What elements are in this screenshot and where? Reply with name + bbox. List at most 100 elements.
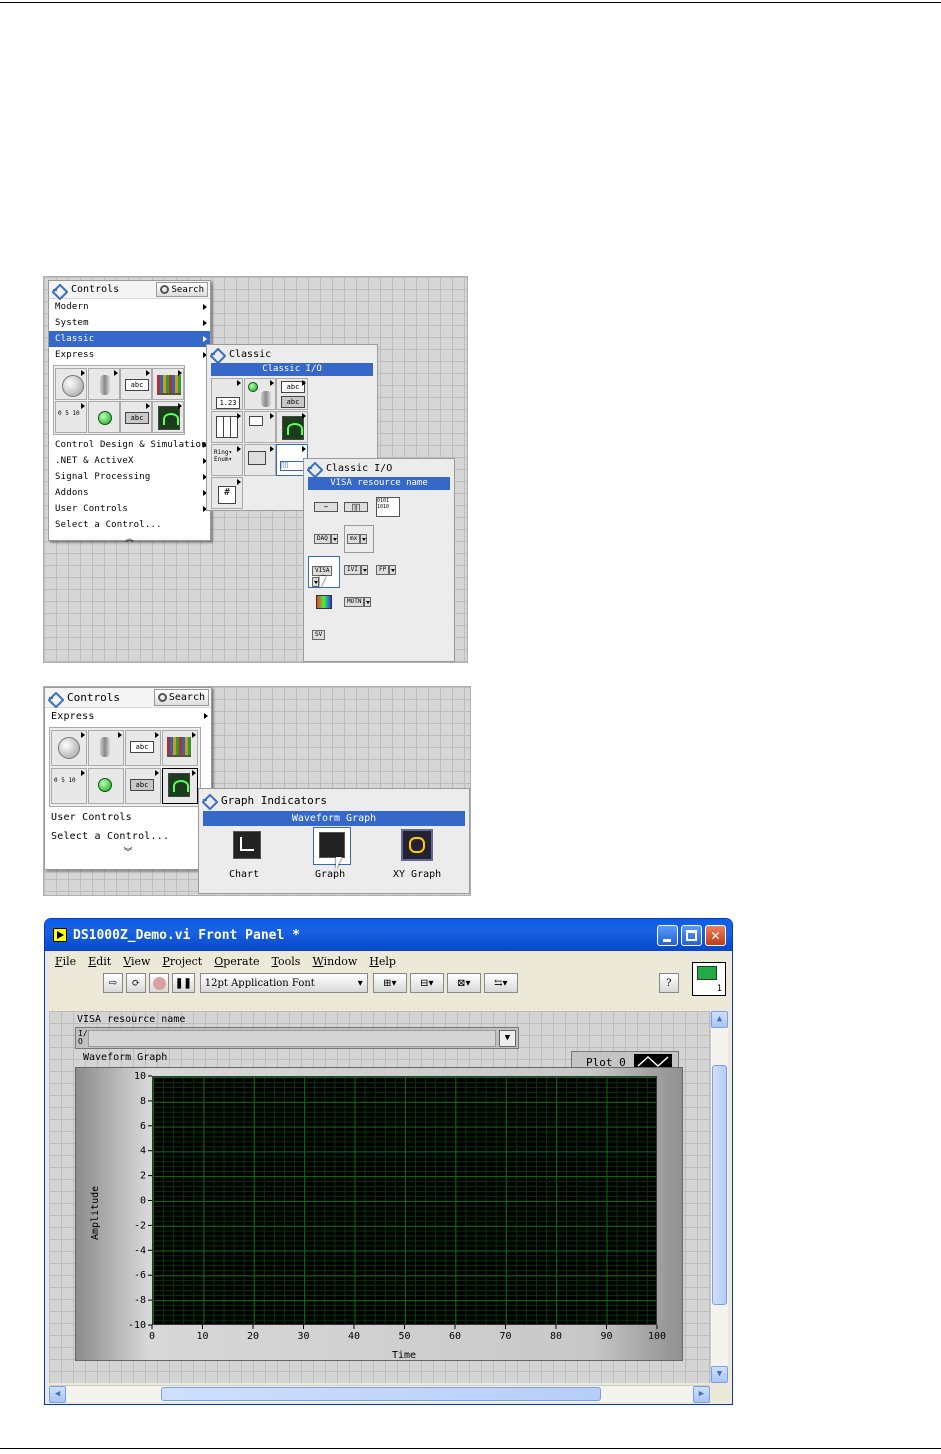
menu-tools[interactable]: Tools <box>272 955 301 968</box>
pin-icon[interactable] <box>49 692 63 704</box>
classic-string-cell[interactable]: abc abc <box>276 378 308 410</box>
align-objects-button[interactable]: ⊞▾ <box>372 973 407 993</box>
vertical-scroll-thumb[interactable] <box>712 1065 727 1305</box>
x-tick-label: 80 <box>550 1331 562 1342</box>
palette-item[interactable]: Control Design & Simulation <box>49 437 210 453</box>
maximize-button[interactable] <box>681 925 702 946</box>
io-prefix: I/O <box>78 1029 88 1046</box>
classic-list-cell[interactable] <box>244 411 276 443</box>
palette-item[interactable]: Modern <box>49 299 210 315</box>
pause-button[interactable]: ❚❚ <box>172 973 195 993</box>
classic-array-cell[interactable] <box>211 411 243 443</box>
reorder-button[interactable]: ⇆▾ <box>483 973 518 993</box>
palette-item[interactable]: Classic <box>49 331 210 347</box>
string-control-cell[interactable]: abc <box>125 730 161 766</box>
waveform-graph[interactable]: 0 10 20 30 40 50 60 70 80 90 100 10 8 6 4 2 0 -2 -4 -6 -8 -10… <box>75 1067 683 1361</box>
horizontal-scroll-thumb[interactable] <box>161 1387 601 1401</box>
string-control-cell[interactable]: abc <box>120 368 152 400</box>
array-container-cell[interactable] <box>162 730 198 766</box>
palette-item-express[interactable]: Express <box>45 708 211 726</box>
vi-icon[interactable]: 1 <box>692 962 726 996</box>
pin-icon[interactable] <box>203 794 217 806</box>
string-indicator-cell[interactable]: abc <box>120 401 152 433</box>
minimize-button[interactable] <box>657 925 678 946</box>
waveform-control-icon[interactable]: ~ <box>314 502 338 512</box>
graph-indicators-highlight: Waveform Graph <box>203 811 465 826</box>
menu-operate[interactable]: Operate <box>214 955 259 968</box>
boolean-toggle-cell[interactable] <box>88 368 120 400</box>
menu-edit[interactable]: Edit <box>88 955 111 968</box>
array-container-cell[interactable] <box>152 368 184 400</box>
classic-container-cell[interactable] <box>244 444 276 476</box>
palette-item[interactable]: System <box>49 315 210 331</box>
classic-graph-cell[interactable] <box>276 411 308 443</box>
visa-resource-input[interactable] <box>88 1030 496 1047</box>
numeric-knob-cell[interactable] <box>51 730 87 766</box>
scroll-right-button[interactable]: ▶ <box>693 1386 710 1403</box>
palette-item[interactable]: Select a Control... <box>45 827 211 846</box>
led-indicator-cell[interactable] <box>88 768 124 804</box>
abort-button[interactable] <box>149 973 169 993</box>
palette-item[interactable]: Express <box>49 347 210 363</box>
imaq-icon[interactable] <box>316 595 332 609</box>
xy-graph-indicator[interactable] <box>401 829 433 861</box>
expand-chevron-icon[interactable]: ︾ <box>45 846 211 860</box>
daq-control[interactable]: DAQ <box>314 534 338 545</box>
menu-view[interactable]: View <box>123 955 150 968</box>
classic-refnum-cell[interactable]: # <box>211 477 243 509</box>
shared-variable-control[interactable]: SV <box>312 630 326 641</box>
x-tick-label: 30 <box>297 1331 309 1342</box>
font-select[interactable]: 12pt Application Font ▾ <box>199 973 368 993</box>
close-button[interactable]: ✕ <box>705 925 726 946</box>
menu-help[interactable]: Help <box>369 955 396 968</box>
chart-indicator[interactable] <box>233 831 261 859</box>
horizontal-scrollbar[interactable]: ◀ ▶ <box>49 1385 710 1403</box>
scroll-left-button[interactable]: ◀ <box>49 1386 66 1403</box>
visa-resource-control[interactable]: I/O ▼ <box>75 1027 519 1049</box>
graph-indicator[interactable] <box>313 827 351 865</box>
pin-icon[interactable] <box>53 284 67 296</box>
palette-item[interactable]: User Controls <box>45 808 211 827</box>
digital-waveform-icon[interactable]: ∏∏ <box>344 502 368 512</box>
search-button[interactable]: Search <box>156 282 208 297</box>
boolean-toggle-cell[interactable] <box>88 730 124 766</box>
palette-item[interactable]: User Controls <box>49 501 210 517</box>
led-indicator-cell[interactable] <box>88 401 120 433</box>
collapse-chevron-icon[interactable]: ︽ <box>49 533 210 545</box>
search-button[interactable]: Search <box>153 689 209 706</box>
palette-item[interactable]: .NET & ActiveX <box>49 453 210 469</box>
mx-control[interactable]: mx <box>344 525 374 553</box>
scroll-up-button[interactable]: ▲ <box>711 1011 728 1028</box>
palette-item[interactable]: Addons <box>49 485 210 501</box>
express-subpalette: abc 0 5 10 abc <box>49 727 201 807</box>
classic-numeric-cell[interactable]: 1.23 <box>211 378 243 410</box>
graph-indicator-cell[interactable] <box>162 768 198 804</box>
menu-project[interactable]: Project <box>162 955 202 968</box>
string-indicator-cell[interactable]: abc <box>125 768 161 804</box>
menu-window[interactable]: Window <box>312 955 357 968</box>
run-continuously-button[interactable]: ⟳ <box>126 973 146 993</box>
ivi-control[interactable]: IVI <box>344 565 368 576</box>
pin-icon[interactable] <box>308 462 322 474</box>
menu-file[interactable]: File <box>55 955 76 968</box>
numeric-slide-cell[interactable]: 0 5 10 <box>51 768 87 804</box>
classic-ring-cell[interactable]: Ring▾ Enum▾ <box>211 444 243 476</box>
vertical-scrollbar[interactable]: ▲ ▼ <box>710 1011 728 1383</box>
resize-objects-button[interactable]: ⊠▾ <box>446 973 481 993</box>
distribute-objects-button[interactable]: ⊟▾ <box>409 973 444 993</box>
numeric-slide-cell[interactable]: 0 5 10 <box>55 401 87 433</box>
visa-dropdown-button[interactable]: ▼ <box>499 1030 516 1047</box>
classic-boolean-cell[interactable] <box>244 378 276 410</box>
fp-control[interactable]: FP <box>376 565 397 576</box>
numeric-knob-cell[interactable] <box>55 368 87 400</box>
pin-icon[interactable] <box>211 348 225 360</box>
run-button[interactable]: ⇨ <box>103 973 123 993</box>
digital-data-icon[interactable]: 0101 1010 <box>376 497 400 517</box>
palette-item[interactable]: Select a Control... <box>49 517 210 533</box>
window-titlebar[interactable]: DS1000Z_Demo.vi Front Panel * <box>45 919 732 951</box>
motion-control[interactable]: MOTN <box>344 597 372 608</box>
graph-indicator-cell[interactable] <box>152 401 184 433</box>
context-help-button[interactable]: ? <box>658 973 679 993</box>
scroll-down-button[interactable]: ▼ <box>711 1366 728 1383</box>
palette-item[interactable]: Signal Processing <box>49 469 210 485</box>
